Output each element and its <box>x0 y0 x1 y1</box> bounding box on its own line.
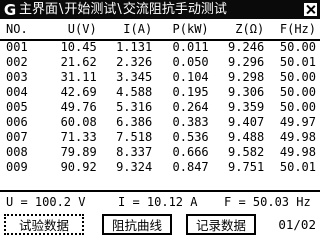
test-data-button[interactable]: 试验数据 <box>4 214 84 235</box>
column-header-voltage: U(V) <box>67 22 97 36</box>
table-row: 009 90.92 9.324 0.847 9.751 50.01 <box>6 160 316 174</box>
breadcrumb-ac-impedance-manual-test: 交流阻抗手动测试 <box>122 1 227 17</box>
measurement-table: NO. U(V) I(A) P(kW) Z(Ω) F(Hz) 001 10.45 1… <box>6 22 316 175</box>
close-icon[interactable] <box>304 3 317 16</box>
table-row: 005 49.76 5.316 0.264 9.359 50.00 <box>6 100 316 114</box>
table-row: 004 42.69 4.588 0.195 9.306 50.00 <box>6 85 316 99</box>
header-divider <box>0 39 320 41</box>
breadcrumb-main[interactable]: 主界面 <box>19 1 58 19</box>
table-row: 008 79.89 8.337 0.666 9.582 49.98 <box>6 145 316 159</box>
table-bottom-divider <box>0 190 320 192</box>
record-data-button[interactable]: 记录数据 <box>186 214 256 235</box>
impedance-curve-button[interactable]: 阻抗曲线 <box>102 214 172 235</box>
page-indicator: 01/02 <box>278 217 316 232</box>
table-row: 003 31.11 3.345 0.104 9.298 50.00 <box>6 70 316 84</box>
live-readout: U = 100.2 V I = 10.12 A F = 50.03 Hz <box>6 194 316 210</box>
column-header-impedance: Z(Ω) <box>235 22 265 36</box>
brand-logo-icon: G <box>3 0 17 19</box>
current-readout: I = 10.12 A <box>118 195 198 209</box>
table-row: 001 10.45 1.131 0.011 9.246 50.00 <box>6 40 316 54</box>
column-header-frequency: F(Hz) <box>279 22 316 36</box>
voltage-readout: U = 100.2 V <box>6 195 86 209</box>
column-header-power: P(kW) <box>172 22 209 36</box>
frequency-readout: F = 50.03 Hz <box>224 195 311 209</box>
table-row: 007 71.33 7.518 0.536 9.488 49.98 <box>6 130 316 144</box>
column-header-no: NO. <box>6 22 28 36</box>
table-row: 006 60.08 6.386 0.383 9.407 49.97 <box>6 115 316 129</box>
table-row: 002 21.62 2.326 0.050 9.296 50.01 <box>6 55 316 69</box>
title-bar: G 主界面 \ 开始测试 \ 交流阻抗手动测试 <box>0 0 320 19</box>
table-header: NO. U(V) I(A) P(kW) Z(Ω) F(Hz) <box>6 22 316 37</box>
breadcrumb-start-test[interactable]: 开始测试 <box>64 1 116 19</box>
test-screen: G 主界面 \ 开始测试 \ 交流阻抗手动测试 NO. U(V) I(A) P(… <box>0 0 320 240</box>
column-header-current: I(A) <box>123 22 153 36</box>
